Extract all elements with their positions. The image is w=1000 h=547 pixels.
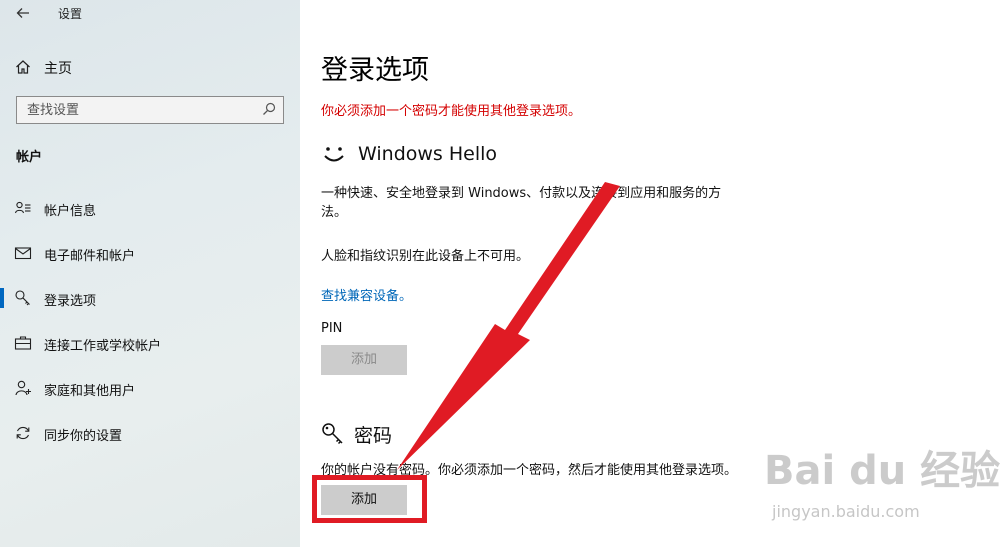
search-box [16,96,284,124]
title-bar: 设置 [0,0,300,28]
password-title: 密码 [354,425,393,447]
sidebar-item-sync[interactable]: 同步你的设置 [0,418,300,448]
windows-hello-title: Windows Hello [358,143,498,165]
briefcase-icon [14,336,32,350]
sidebar-item-email[interactable]: 电子邮件和帐户 [0,238,300,268]
password-required-warning: 你必须添加一个密码才能使用其他登录选项。 [321,104,582,119]
description-line: 一种快速、安全地登录到 Windows、付款以及连接到应用和服务的方 [321,186,722,201]
sidebar-item-label: 家庭和其他用户 [44,384,136,399]
highlight-rectangle-annotation [312,475,427,523]
sidebar: 设置 主页 帐户 帐户信息 电子邮件和帐户 [0,0,300,547]
home-icon [16,60,30,74]
mail-icon [14,247,32,260]
person-add-icon [15,380,31,396]
sidebar-item-label: 主页 [44,61,72,77]
key-icon [322,423,343,445]
sidebar-item-home[interactable]: 主页 [0,54,300,80]
sync-icon [16,426,30,440]
add-pin-button[interactable]: 添加 [321,345,407,375]
sidebar-item-account-info[interactable]: 帐户信息 [0,193,300,223]
user-info-icon [14,201,31,214]
search-icon[interactable] [261,101,277,117]
find-compatible-devices-link[interactable]: 查找兼容设备。 [321,285,412,304]
main-content: 登录选项 你必须添加一个密码才能使用其他登录选项。 Windows Hello … [300,0,1000,547]
pin-label: PIN [321,321,343,336]
sidebar-item-label: 登录选项 [44,294,97,309]
key-icon [15,290,30,306]
sidebar-section-title: 帐户 [16,150,43,165]
selected-indicator [0,288,4,308]
windows-hello-description: 一种快速、安全地登录到 Windows、付款以及连接到应用和服务的方 法。 [321,184,731,222]
smiley-icon [324,147,344,162]
description-line: 法。 [321,205,348,220]
sidebar-item-family[interactable]: 家庭和其他用户 [0,373,300,403]
sidebar-item-label: 连接工作或学校帐户 [44,339,162,354]
sidebar-item-work-school[interactable]: 连接工作或学校帐户 [0,328,300,358]
back-arrow-icon [16,8,29,18]
sidebar-item-label: 同步你的设置 [44,429,123,444]
hello-unavailable-text: 人脸和指纹识别在此设备上不可用。 [321,249,530,264]
search-input[interactable] [17,97,257,123]
app-title: 设置 [58,7,83,21]
sidebar-item-sign-in-options[interactable]: 登录选项 [0,283,300,313]
sidebar-item-label: 帐户信息 [44,204,97,219]
back-button[interactable] [12,3,34,23]
sidebar-item-label: 电子邮件和帐户 [44,249,136,264]
page-title: 登录选项 [321,55,429,86]
